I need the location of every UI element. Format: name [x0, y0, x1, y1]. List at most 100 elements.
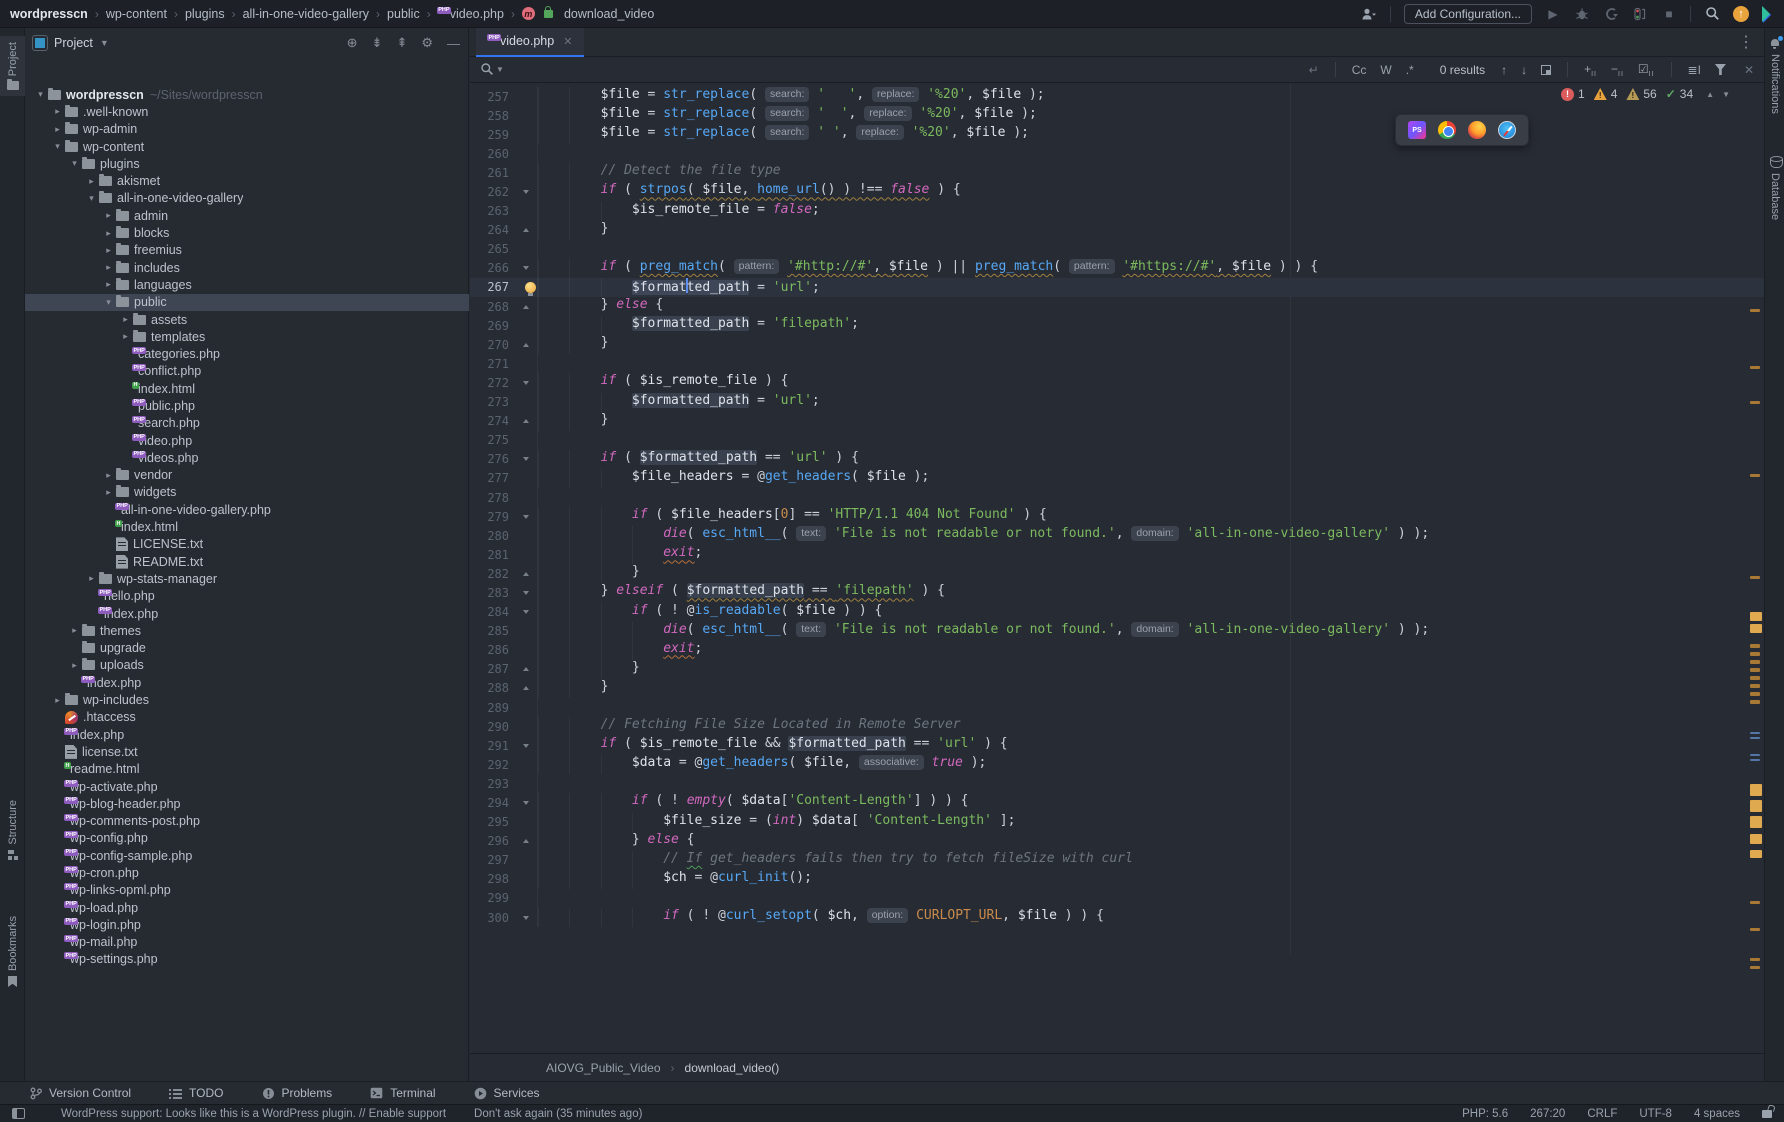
line-number[interactable]: 270	[470, 338, 514, 352]
line-number[interactable]: 288	[470, 681, 514, 695]
fold-open-icon[interactable]	[523, 266, 529, 270]
code-line[interactable]: 283} elseif ( $formatted_path == 'filepa…	[470, 583, 1764, 602]
line-number[interactable]: 267	[470, 280, 514, 294]
stripe-mark[interactable]	[1750, 966, 1760, 969]
find-in-selection-icon[interactable]	[1541, 65, 1551, 75]
stripe-mark[interactable]	[1750, 784, 1762, 796]
fold-marker[interactable]	[514, 221, 538, 240]
safari-icon[interactable]	[1498, 121, 1516, 139]
tool-tab-notifications[interactable]: Notifications	[1765, 38, 1784, 114]
code-viewport[interactable]: 257$file = str_replace( search: ' ', rep…	[470, 84, 1764, 1081]
collapse-all-icon[interactable]: ⇞	[396, 35, 407, 51]
fold-open-icon[interactable]	[523, 515, 529, 519]
code-line[interactable]: 290// Fetching File Size Located in Remo…	[470, 717, 1764, 736]
tree-item-video.php[interactable]: PHPvideo.php	[25, 432, 469, 449]
coverage-icon[interactable]	[1603, 6, 1619, 22]
tree-item-all-in-one-video-gallery[interactable]: ▾all-in-one-video-gallery	[25, 190, 469, 207]
tree-chevron-icon[interactable]: ▸	[50, 106, 65, 117]
tree-chevron-icon[interactable]: ▸	[101, 245, 116, 256]
fold-marker[interactable]	[514, 660, 538, 679]
fold-marker[interactable]	[514, 373, 538, 392]
fold-marker[interactable]	[514, 793, 538, 812]
code-line[interactable]: 280die( esc_html__( text: 'File is not r…	[470, 526, 1764, 545]
stripe-mark[interactable]	[1750, 644, 1760, 648]
line-number[interactable]: 297	[470, 853, 514, 867]
line-number[interactable]: 263	[470, 204, 514, 218]
stripe-mark[interactable]	[1750, 834, 1762, 844]
line-number[interactable]: 294	[470, 796, 514, 810]
breadcrumb[interactable]: wordpresscn›wp-content›plugins›all-in-on…	[10, 7, 654, 21]
caret-position-widget[interactable]: 267:20	[1530, 1108, 1565, 1120]
tree-chevron-icon[interactable]: ▸	[101, 262, 116, 273]
tree-chevron-icon[interactable]: ▸	[67, 660, 82, 671]
filter-lines-icon[interactable]: ≣I	[1688, 63, 1701, 77]
tree-item-.htaccess[interactable]: .htaccess	[25, 709, 469, 726]
tree-item-vendor[interactable]: ▸vendor	[25, 467, 469, 484]
breadcrumb-class[interactable]: AIOVG_Public_Video	[546, 1061, 661, 1075]
stripe-mark[interactable]	[1750, 676, 1760, 680]
code-line[interactable]: 285die( esc_html__( text: 'File is not r…	[470, 622, 1764, 641]
line-number[interactable]: 274	[470, 414, 514, 428]
line-number[interactable]: 273	[470, 395, 514, 409]
line-ending-widget[interactable]: CRLF	[1587, 1108, 1617, 1120]
phpstorm-browser-icon[interactable]: PS	[1408, 121, 1426, 139]
code-line[interactable]: 259$file = str_replace( search: ' ', rep…	[470, 125, 1764, 144]
line-number[interactable]: 266	[470, 261, 514, 275]
tree-item-wp-load.php[interactable]: PHPwp-load.php	[25, 899, 469, 916]
line-number[interactable]: 282	[470, 567, 514, 581]
stripe-mark[interactable]	[1750, 576, 1760, 579]
stripe-mark[interactable]	[1750, 737, 1760, 739]
tree-item-wp-admin[interactable]: ▸wp-admin	[25, 121, 469, 138]
stripe-mark[interactable]	[1750, 684, 1760, 688]
tool-window-button-terminal[interactable]: Terminal	[370, 1086, 435, 1100]
tree-item-conflict.php[interactable]: PHPconflict.php	[25, 363, 469, 380]
intention-bulb-icon[interactable]	[525, 282, 536, 293]
write-access-unlocked-icon[interactable]	[1762, 1110, 1772, 1118]
fold-open-icon[interactable]	[523, 801, 529, 805]
tree-item-freemius[interactable]: ▸freemius	[25, 242, 469, 259]
fold-open-icon[interactable]	[523, 381, 529, 385]
code-line[interactable]: 266if ( preg_match( pattern: '#http://#'…	[470, 259, 1764, 278]
line-number[interactable]: 269	[470, 319, 514, 333]
tree-item-index.php[interactable]: PHPindex.php	[25, 674, 469, 691]
line-number[interactable]: 260	[470, 147, 514, 161]
select-all-occurrences-icon[interactable]: ☑II	[1638, 62, 1655, 78]
search-icon[interactable]	[480, 62, 494, 77]
status-message[interactable]: WordPress support: Looks like this is a …	[61, 1108, 446, 1120]
tree-item-all-in-one-video-gallery.php[interactable]: PHPall-in-one-video-gallery.php	[25, 501, 469, 518]
user-icon[interactable]	[1361, 6, 1377, 22]
code-line[interactable]: 284if ( ! @is_readable( $file ) ) {	[470, 603, 1764, 622]
tree-item-includes[interactable]: ▸includes	[25, 259, 469, 276]
tool-window-button-todo[interactable]: TODO	[169, 1086, 223, 1100]
fold-open-icon[interactable]	[523, 190, 529, 194]
tree-item-wp-config.php[interactable]: PHPwp-config.php	[25, 830, 469, 847]
chevron-down-icon[interactable]: ▼	[100, 38, 109, 48]
tree-chevron-icon[interactable]: ▾	[50, 141, 65, 152]
tree-item-wp-comments-post.php[interactable]: PHPwp-comments-post.php	[25, 812, 469, 829]
tree-item-languages[interactable]: ▸languages	[25, 276, 469, 293]
fold-open-icon[interactable]	[523, 457, 529, 461]
debug-icon[interactable]	[1574, 6, 1590, 22]
tree-chevron-icon[interactable]: ▸	[101, 228, 116, 239]
tree-item-wp-cron.php[interactable]: PHPwp-cron.php	[25, 864, 469, 881]
code-line[interactable]: 272if ( $is_remote_file ) {	[470, 373, 1764, 392]
tree-item-blocks[interactable]: ▸blocks	[25, 224, 469, 241]
tree-chevron-icon[interactable]: ▸	[50, 695, 65, 706]
tree-item-.well-known[interactable]: ▸.well-known	[25, 103, 469, 120]
words-toggle[interactable]: W	[1380, 63, 1391, 77]
tree-item-wp-stats-manager[interactable]: ▸wp-stats-manager	[25, 570, 469, 587]
code-line[interactable]: 299	[470, 889, 1764, 908]
tree-item-wp-login.php[interactable]: PHPwp-login.php	[25, 916, 469, 933]
tree-item-templates[interactable]: ▸templates	[25, 328, 469, 345]
fold-marker[interactable]	[514, 507, 538, 526]
tree-item-videos.php[interactable]: PHPvideos.php	[25, 449, 469, 466]
status-dismiss-link[interactable]: Don't ask again (35 minutes ago)	[474, 1108, 642, 1120]
fold-marker[interactable]	[514, 564, 538, 583]
tool-tab-database[interactable]: Database	[1765, 156, 1784, 220]
breadcrumb-item[interactable]: public	[387, 7, 420, 21]
line-number[interactable]: 296	[470, 834, 514, 848]
fold-close-icon[interactable]	[523, 419, 529, 423]
profiler-icon[interactable]	[1632, 6, 1648, 22]
line-number[interactable]: 265	[470, 242, 514, 256]
code-line[interactable]: 292$data = @get_headers( $file, associat…	[470, 755, 1764, 774]
